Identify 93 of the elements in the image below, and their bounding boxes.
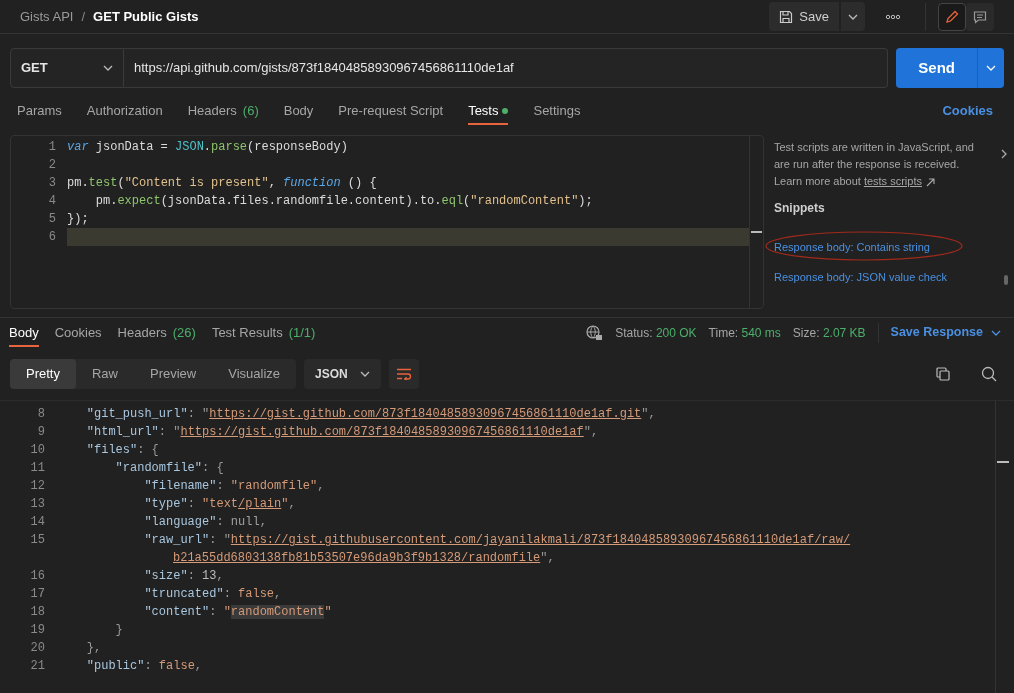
section-heading: Snippets — [774, 200, 826, 217]
external-link-icon — [925, 177, 935, 187]
line-number: 10 — [29, 442, 45, 459]
comment-icon — [973, 9, 987, 24]
copy-icon — [936, 367, 950, 381]
view-mode-tab[interactable]: Preview — [134, 359, 213, 389]
scrollbar-marker — [997, 461, 1009, 463]
line-number: 3 — [47, 175, 56, 192]
help-text: Test scripts are written in JavaScript, and are run after the response is received. Learn more about tests scripts — [774, 140, 975, 189]
line-number: 13 — [29, 496, 45, 513]
edit-button[interactable] — [938, 2, 966, 31]
response-stat: Size: 2.07 KB — [792, 324, 866, 342]
response-stat: Status: 200 OK — [615, 324, 697, 342]
line-number: 9 — [36, 424, 45, 441]
line-number: 21 — [29, 658, 45, 675]
comments-button[interactable] — [966, 2, 994, 31]
line-number: 16 — [29, 568, 45, 585]
caret-icon — [359, 371, 370, 377]
code-line: pm.test("Content is present", function () { — [67, 175, 377, 192]
code-line: var jsonData = JSON.parse(responseBody) — [67, 139, 348, 156]
line-number: 17 — [29, 586, 45, 603]
save-response-button[interactable]: Save Response — [890, 323, 1001, 342]
docs-link[interactable]: tests scripts — [863, 175, 922, 187]
snippet-link[interactable]: Response body: JSON value check — [774, 270, 948, 283]
tab[interactable]: Authorization — [78, 97, 171, 125]
wrap-lines-icon — [395, 368, 412, 380]
code-line: "files": { — [85, 442, 159, 459]
breadcrumb-separator: / — [81, 7, 86, 26]
code-line: pm.expect(jsonData.files.randomfile.content).to.eql("randomContent"); — [94, 193, 593, 210]
method-dropdown[interactable]: GET — [10, 48, 124, 88]
wrap-button[interactable] — [388, 359, 419, 389]
caret-icon — [103, 65, 113, 71]
tab[interactable]: Cookies — [46, 318, 110, 347]
code-line: "filename": "randomfile", — [143, 478, 325, 495]
tab[interactable]: Body — [275, 97, 322, 125]
response-stat: Time: 540 ms — [708, 324, 781, 342]
line-number: 5 — [47, 211, 56, 228]
view-mode-tab[interactable]: Visualize — [212, 359, 297, 389]
code-line: "language": null, — [143, 514, 267, 531]
view-mode-tab[interactable]: Pretty — [10, 359, 76, 389]
pencil-icon — [945, 9, 959, 24]
code-line: "content": "randomContent" — [143, 604, 332, 621]
line-number: 2 — [47, 157, 56, 174]
tab[interactable]: Test Results (1/1) — [203, 318, 324, 347]
caret-icon — [991, 329, 1001, 336]
caret-icon — [848, 13, 858, 20]
line-number: 20 — [29, 640, 45, 657]
code-line: "html_url": "https://gist.github.com/873f18404858930967456861110de1af", — [85, 424, 599, 441]
format-dropdown[interactable]: JSON — [304, 359, 381, 389]
line-number: 14 — [29, 514, 45, 531]
tab[interactable]: Headers (26) — [109, 318, 204, 347]
url-field[interactable]: https://api.github.com/gists/873f18404858930967456861110de1af — [124, 48, 889, 88]
tab[interactable]: Body — [1, 318, 47, 347]
code-line: }, — [85, 640, 102, 657]
code-line: } — [114, 622, 123, 639]
line-number: 12 — [29, 478, 45, 495]
breadcrumb-link[interactable]: Gists API — [20, 6, 74, 27]
code-line: "type": "text/plain", — [143, 496, 296, 513]
scrollbar-marker — [751, 231, 762, 233]
line-number: 18 — [29, 604, 45, 621]
line-number: 11 — [29, 460, 45, 477]
save-icon — [779, 9, 794, 24]
cookies-link[interactable]: Cookies — [942, 101, 1005, 121]
line-number: 1 — [47, 139, 56, 156]
code-line: "raw_url": "https://gist.githubusercontent.com/jayanilakmali/873f18404858930967456861110de1af/raw/ — [143, 532, 851, 549]
code-line: "size": 13, — [143, 568, 224, 585]
view-mode-tab[interactable]: Raw — [75, 359, 134, 389]
scrollbar-thumb — [1004, 275, 1008, 285]
save-options-button[interactable] — [841, 2, 865, 31]
code-line: "truncated": false, — [143, 586, 282, 603]
line-number: 8 — [36, 406, 45, 423]
method-label: GET — [21, 59, 48, 78]
globe-lock-icon — [586, 324, 604, 341]
tab[interactable]: Tests — [460, 97, 517, 125]
code-line: "randomfile": { — [114, 460, 224, 477]
save-button[interactable]: Save — [769, 2, 839, 31]
chevron-right-icon — [1001, 149, 1008, 159]
tab[interactable]: Settings — [525, 97, 589, 125]
code-line: }); — [67, 211, 89, 228]
more-icon — [885, 13, 901, 20]
tab[interactable]: Params — [9, 97, 70, 125]
line-number: 6 — [47, 229, 56, 246]
code-line: b21a55dd6803138fb81b53507e96da9b3f9b1328/randomfile", — [173, 550, 555, 567]
request-title: GET Public Gists — [93, 7, 199, 26]
code-line: "public": false, — [85, 658, 203, 675]
tab[interactable]: Pre-request Script — [330, 97, 452, 125]
tab[interactable]: Headers (6) — [179, 97, 267, 125]
caret-icon — [986, 65, 996, 71]
line-number: 15 — [29, 532, 45, 549]
line-number: 4 — [47, 193, 56, 210]
line-number: 19 — [29, 622, 45, 639]
search-icon — [981, 366, 997, 382]
code-line: "git_push_url": "https://gist.github.com/873f18404858930967456861110de1af.git", — [85, 406, 656, 423]
